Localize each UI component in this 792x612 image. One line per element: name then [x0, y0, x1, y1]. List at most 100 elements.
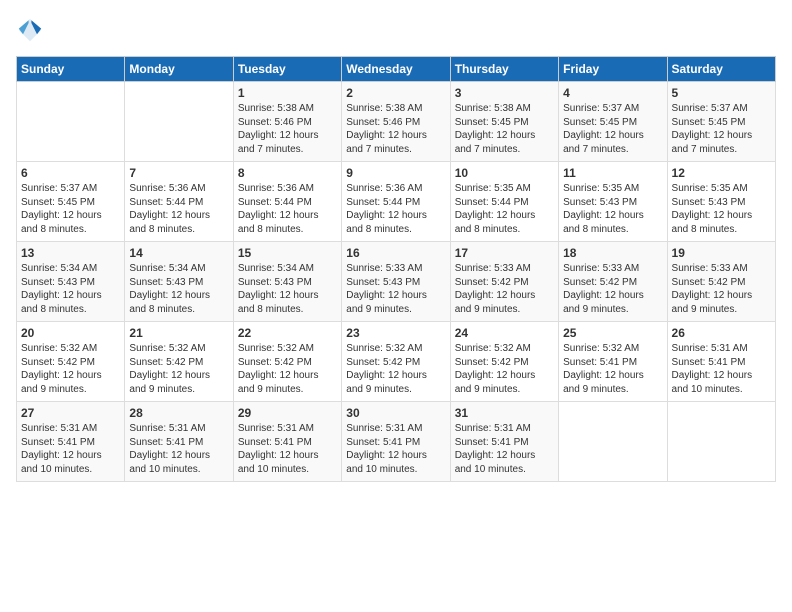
calendar-cell: 29 Sunrise: 5:31 AMSunset: 5:41 PMDaylig…: [233, 402, 341, 482]
day-info: Sunrise: 5:31 AMSunset: 5:41 PMDaylight:…: [455, 422, 554, 476]
day-info: Sunrise: 5:32 AMSunset: 5:42 PMDaylight:…: [21, 342, 120, 396]
day-number: 18: [563, 246, 662, 260]
calendar-week-row: 1 Sunrise: 5:38 AMSunset: 5:46 PMDayligh…: [17, 82, 776, 162]
calendar-cell: 14 Sunrise: 5:34 AMSunset: 5:43 PMDaylig…: [125, 242, 233, 322]
day-info: Sunrise: 5:38 AMSunset: 5:46 PMDaylight:…: [238, 102, 337, 156]
day-number: 23: [346, 326, 445, 340]
day-info: Sunrise: 5:35 AMSunset: 5:44 PMDaylight:…: [455, 182, 554, 236]
day-number: 17: [455, 246, 554, 260]
calendar-cell: 25 Sunrise: 5:32 AMSunset: 5:41 PMDaylig…: [559, 322, 667, 402]
day-number: 5: [672, 86, 771, 100]
calendar-cell: 17 Sunrise: 5:33 AMSunset: 5:42 PMDaylig…: [450, 242, 558, 322]
day-number: 2: [346, 86, 445, 100]
day-number: 27: [21, 406, 120, 420]
logo: [16, 16, 48, 44]
calendar-cell: 3 Sunrise: 5:38 AMSunset: 5:45 PMDayligh…: [450, 82, 558, 162]
day-number: 24: [455, 326, 554, 340]
day-number: 22: [238, 326, 337, 340]
day-info: Sunrise: 5:36 AMSunset: 5:44 PMDaylight:…: [129, 182, 228, 236]
calendar-body: 1 Sunrise: 5:38 AMSunset: 5:46 PMDayligh…: [17, 82, 776, 482]
calendar-cell: 22 Sunrise: 5:32 AMSunset: 5:42 PMDaylig…: [233, 322, 341, 402]
calendar-cell: 7 Sunrise: 5:36 AMSunset: 5:44 PMDayligh…: [125, 162, 233, 242]
day-info: Sunrise: 5:31 AMSunset: 5:41 PMDaylight:…: [238, 422, 337, 476]
day-info: Sunrise: 5:37 AMSunset: 5:45 PMDaylight:…: [672, 102, 771, 156]
day-number: 3: [455, 86, 554, 100]
page-header: [16, 16, 776, 44]
day-number: 20: [21, 326, 120, 340]
day-info: Sunrise: 5:34 AMSunset: 5:43 PMDaylight:…: [129, 262, 228, 316]
calendar-cell: 31 Sunrise: 5:31 AMSunset: 5:41 PMDaylig…: [450, 402, 558, 482]
day-number: 31: [455, 406, 554, 420]
calendar-cell: 10 Sunrise: 5:35 AMSunset: 5:44 PMDaylig…: [450, 162, 558, 242]
day-info: Sunrise: 5:32 AMSunset: 5:41 PMDaylight:…: [563, 342, 662, 396]
calendar-cell: 20 Sunrise: 5:32 AMSunset: 5:42 PMDaylig…: [17, 322, 125, 402]
day-info: Sunrise: 5:32 AMSunset: 5:42 PMDaylight:…: [455, 342, 554, 396]
calendar-cell: 26 Sunrise: 5:31 AMSunset: 5:41 PMDaylig…: [667, 322, 775, 402]
day-number: 21: [129, 326, 228, 340]
calendar-cell: [667, 402, 775, 482]
day-info: Sunrise: 5:34 AMSunset: 5:43 PMDaylight:…: [21, 262, 120, 316]
calendar-cell: 1 Sunrise: 5:38 AMSunset: 5:46 PMDayligh…: [233, 82, 341, 162]
day-number: 25: [563, 326, 662, 340]
weekday-header: Wednesday: [342, 57, 450, 82]
logo-icon: [16, 16, 44, 44]
day-info: Sunrise: 5:36 AMSunset: 5:44 PMDaylight:…: [346, 182, 445, 236]
calendar-cell: 16 Sunrise: 5:33 AMSunset: 5:43 PMDaylig…: [342, 242, 450, 322]
calendar-week-row: 27 Sunrise: 5:31 AMSunset: 5:41 PMDaylig…: [17, 402, 776, 482]
day-number: 16: [346, 246, 445, 260]
day-number: 13: [21, 246, 120, 260]
day-number: 8: [238, 166, 337, 180]
calendar-cell: 24 Sunrise: 5:32 AMSunset: 5:42 PMDaylig…: [450, 322, 558, 402]
day-number: 7: [129, 166, 228, 180]
header-row: SundayMondayTuesdayWednesdayThursdayFrid…: [17, 57, 776, 82]
day-number: 4: [563, 86, 662, 100]
calendar-cell: 6 Sunrise: 5:37 AMSunset: 5:45 PMDayligh…: [17, 162, 125, 242]
day-info: Sunrise: 5:37 AMSunset: 5:45 PMDaylight:…: [563, 102, 662, 156]
day-number: 15: [238, 246, 337, 260]
weekday-header: Monday: [125, 57, 233, 82]
calendar-week-row: 20 Sunrise: 5:32 AMSunset: 5:42 PMDaylig…: [17, 322, 776, 402]
calendar-cell: 27 Sunrise: 5:31 AMSunset: 5:41 PMDaylig…: [17, 402, 125, 482]
day-info: Sunrise: 5:38 AMSunset: 5:45 PMDaylight:…: [455, 102, 554, 156]
calendar-cell: 18 Sunrise: 5:33 AMSunset: 5:42 PMDaylig…: [559, 242, 667, 322]
calendar-cell: [17, 82, 125, 162]
day-number: 26: [672, 326, 771, 340]
day-info: Sunrise: 5:35 AMSunset: 5:43 PMDaylight:…: [563, 182, 662, 236]
day-info: Sunrise: 5:34 AMSunset: 5:43 PMDaylight:…: [238, 262, 337, 316]
calendar-week-row: 6 Sunrise: 5:37 AMSunset: 5:45 PMDayligh…: [17, 162, 776, 242]
day-number: 19: [672, 246, 771, 260]
calendar-cell: 4 Sunrise: 5:37 AMSunset: 5:45 PMDayligh…: [559, 82, 667, 162]
day-info: Sunrise: 5:31 AMSunset: 5:41 PMDaylight:…: [346, 422, 445, 476]
weekday-header: Tuesday: [233, 57, 341, 82]
day-info: Sunrise: 5:31 AMSunset: 5:41 PMDaylight:…: [672, 342, 771, 396]
calendar-cell: [125, 82, 233, 162]
calendar-cell: 15 Sunrise: 5:34 AMSunset: 5:43 PMDaylig…: [233, 242, 341, 322]
day-info: Sunrise: 5:32 AMSunset: 5:42 PMDaylight:…: [238, 342, 337, 396]
calendar-cell: 30 Sunrise: 5:31 AMSunset: 5:41 PMDaylig…: [342, 402, 450, 482]
calendar-cell: 21 Sunrise: 5:32 AMSunset: 5:42 PMDaylig…: [125, 322, 233, 402]
day-number: 29: [238, 406, 337, 420]
day-number: 6: [21, 166, 120, 180]
day-info: Sunrise: 5:31 AMSunset: 5:41 PMDaylight:…: [21, 422, 120, 476]
calendar-cell: 12 Sunrise: 5:35 AMSunset: 5:43 PMDaylig…: [667, 162, 775, 242]
weekday-header: Friday: [559, 57, 667, 82]
day-info: Sunrise: 5:36 AMSunset: 5:44 PMDaylight:…: [238, 182, 337, 236]
calendar-cell: [559, 402, 667, 482]
day-info: Sunrise: 5:33 AMSunset: 5:42 PMDaylight:…: [563, 262, 662, 316]
calendar-cell: 2 Sunrise: 5:38 AMSunset: 5:46 PMDayligh…: [342, 82, 450, 162]
day-info: Sunrise: 5:33 AMSunset: 5:43 PMDaylight:…: [346, 262, 445, 316]
calendar-cell: 23 Sunrise: 5:32 AMSunset: 5:42 PMDaylig…: [342, 322, 450, 402]
day-info: Sunrise: 5:33 AMSunset: 5:42 PMDaylight:…: [455, 262, 554, 316]
weekday-header: Sunday: [17, 57, 125, 82]
day-number: 11: [563, 166, 662, 180]
day-number: 28: [129, 406, 228, 420]
calendar-cell: 19 Sunrise: 5:33 AMSunset: 5:42 PMDaylig…: [667, 242, 775, 322]
weekday-header: Saturday: [667, 57, 775, 82]
day-info: Sunrise: 5:32 AMSunset: 5:42 PMDaylight:…: [129, 342, 228, 396]
day-number: 1: [238, 86, 337, 100]
calendar-week-row: 13 Sunrise: 5:34 AMSunset: 5:43 PMDaylig…: [17, 242, 776, 322]
calendar-header: SundayMondayTuesdayWednesdayThursdayFrid…: [17, 57, 776, 82]
calendar-cell: 11 Sunrise: 5:35 AMSunset: 5:43 PMDaylig…: [559, 162, 667, 242]
day-info: Sunrise: 5:35 AMSunset: 5:43 PMDaylight:…: [672, 182, 771, 236]
day-info: Sunrise: 5:31 AMSunset: 5:41 PMDaylight:…: [129, 422, 228, 476]
